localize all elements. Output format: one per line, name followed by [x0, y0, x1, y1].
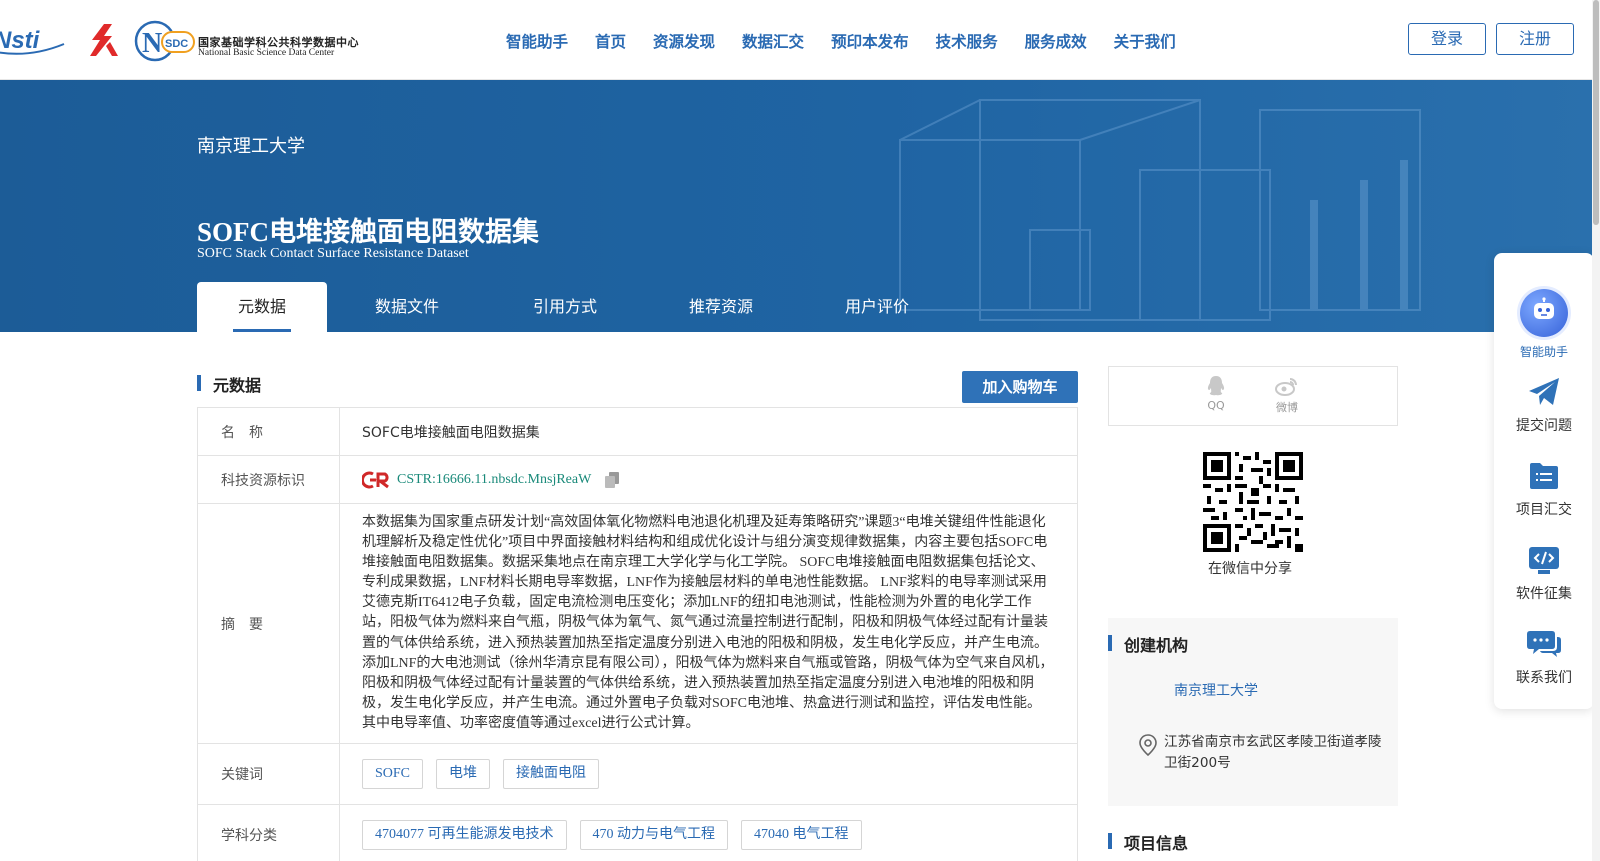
register-button[interactable]: 注册	[1496, 23, 1574, 55]
nav-item-resource-discovery[interactable]: 资源发现	[653, 30, 715, 52]
dataset-title: SOFC电堆接触面电阻数据集	[197, 217, 540, 247]
robot-icon	[1520, 289, 1568, 337]
contact-us-label: 联系我们	[1516, 670, 1572, 686]
svg-text:SDC: SDC	[165, 38, 188, 50]
keyword-tag[interactable]: 电堆	[436, 759, 491, 789]
qr-caption: 在微信中分享	[1208, 561, 1292, 577]
qq-icon	[1207, 376, 1225, 396]
software-collection-label: 软件征集	[1516, 586, 1572, 602]
cstr-identifier-link[interactable]: CSTR:16666.11.nbsdc.MnsjReaW	[397, 472, 591, 488]
submit-question-label: 提交问题	[1516, 418, 1572, 434]
metadata-table: 名 称 SOFC电堆接触面电阻数据集 科技资源标识 CSTR:16666.11.…	[197, 407, 1078, 861]
wechat-qr-code	[1203, 452, 1303, 552]
nav-item-tech-services[interactable]: 技术服务	[936, 30, 998, 52]
nav-item-home[interactable]: 首页	[595, 30, 626, 52]
project-submission-label: 项目汇交	[1516, 502, 1572, 518]
subject-tag[interactable]: 470 动力与电气工程	[579, 819, 728, 850]
identifier-label: 科技资源标识	[198, 456, 340, 503]
tab-citation[interactable]: 引用方式	[487, 282, 643, 332]
tab-metadata[interactable]: 元数据	[197, 282, 327, 332]
dataset-hero-banner: 南京理工大学 SOFC电堆接触面电阻数据集 SOFC Stack Contact…	[0, 80, 1600, 332]
project-submission-button[interactable]: 项目汇交	[1494, 461, 1594, 519]
creator-organization-panel: 创建机构 南京理工大学 江苏省南京市玄武区孝陵卫街道孝陵卫街200号	[1108, 618, 1398, 806]
ai-assistant-button[interactable]: 智能助手	[1494, 289, 1594, 360]
tab-data-files[interactable]: 数据文件	[327, 282, 487, 332]
main-nav: 智能助手 首页 资源发现 数据汇交 预印本发布 技术服务 服务成效 关于我们	[506, 30, 1203, 52]
weibo-label: 微博	[1276, 401, 1298, 414]
tab-recommended[interactable]: 推荐资源	[643, 282, 799, 332]
floating-tool-bar: 智能助手 提交问题 项目汇交 软件征集 联系我们	[1494, 253, 1594, 709]
nsdc-logo-en: National Basic Science Data Center	[198, 48, 335, 58]
nsdc-emblem-icon: N SDC	[134, 20, 195, 62]
table-row: 名 称 SOFC电堆接触面电阻数据集	[198, 408, 1077, 456]
nav-item-preprint[interactable]: 预印本发布	[831, 30, 909, 52]
top-navigation-bar: Nsti N SDC 国家基础学科公共科学数据中心 National Basic…	[0, 0, 1600, 80]
name-label: 名 称	[198, 408, 340, 455]
table-row: 学科分类 4704077 可再生能源发电技术 470 动力与电气工程 47040…	[198, 805, 1077, 861]
nsdc-logo[interactable]: N SDC 国家基础学科公共科学数据中心 National Basic Scie…	[134, 20, 359, 62]
submit-question-button[interactable]: 提交问题	[1494, 377, 1594, 435]
nav-item-ai-assistant[interactable]: 智能助手	[506, 30, 568, 52]
subject-tag[interactable]: 47040 电气工程	[741, 819, 862, 850]
cstr-logo-icon	[362, 471, 389, 488]
login-button[interactable]: 登录	[1408, 23, 1486, 55]
nstl-logo[interactable]: Nsti	[0, 24, 66, 56]
subject-list: 4704077 可再生能源发电技术 470 动力与电气工程 47040 电气工程	[340, 805, 1077, 861]
creator-org-title: 创建机构	[1108, 632, 1188, 656]
svg-text:Nsti: Nsti	[0, 27, 41, 54]
paper-plane-icon	[1529, 378, 1559, 405]
organization-breadcrumb[interactable]: 南京理工大学	[197, 132, 305, 158]
weibo-icon	[1275, 378, 1297, 396]
tab-reviews[interactable]: 用户评价	[799, 282, 955, 332]
keyword-tag[interactable]: SOFC	[362, 759, 424, 789]
creator-org-address: 江苏省南京市玄武区孝陵卫街道孝陵卫街200号	[1164, 734, 1382, 771]
share-box: QQ 微博	[1108, 366, 1398, 426]
location-pin-icon	[1139, 734, 1157, 756]
svg-text:N: N	[142, 28, 162, 59]
dataset-subtitle-en: SOFC Stack Contact Surface Resistance Da…	[197, 246, 469, 261]
chat-bubble-icon	[1527, 631, 1561, 657]
abstract-text: 本数据集为国家重点研发计划“高效固体氧化物燃料电池退化机理及延寿策略研究”课题3…	[362, 514, 1054, 731]
add-to-cart-button[interactable]: 加入购物车	[962, 371, 1078, 403]
folder-list-icon	[1530, 463, 1558, 489]
name-value: SOFC电堆接触面电阻数据集	[362, 424, 540, 441]
scrollbar-thumb[interactable]	[1593, 0, 1599, 225]
table-row: 科技资源标识 CSTR:16666.11.nbsdc.MnsjReaW	[198, 456, 1077, 504]
subject-tag[interactable]: 4704077 可再生能源发电技术	[362, 819, 567, 850]
page-scrollbar[interactable]	[1592, 0, 1600, 861]
identifier-value: CSTR:16666.11.nbsdc.MnsjReaW	[340, 456, 1077, 503]
share-qq-button[interactable]: QQ	[1196, 375, 1236, 412]
dataset-tabs: 元数据 数据文件 引用方式 推荐资源 用户评价	[197, 282, 955, 332]
keywords-list: SOFC 电堆 接触面电阻	[340, 744, 1077, 804]
nav-item-data-submission[interactable]: 数据汇交	[742, 30, 804, 52]
nav-item-service-results[interactable]: 服务成效	[1025, 30, 1087, 52]
cas-logo[interactable]	[82, 22, 120, 58]
table-row: 摘 要 本数据集为国家重点研发计划“高效固体氧化物燃料电池退化机理及延寿策略研究…	[198, 504, 1077, 744]
keyword-tag[interactable]: 接触面电阻	[503, 759, 600, 789]
share-weibo-button[interactable]: 微博	[1267, 375, 1307, 415]
software-collection-button[interactable]: 软件征集	[1494, 545, 1594, 603]
creator-org-link[interactable]: 南京理工大学	[1174, 680, 1258, 700]
code-icon	[1529, 547, 1559, 574]
subject-label: 学科分类	[198, 805, 340, 861]
nav-item-about[interactable]: 关于我们	[1114, 30, 1176, 52]
metadata-section-title: 元数据	[197, 372, 261, 396]
table-row: 关键词 SOFC 电堆 接触面电阻	[198, 744, 1077, 805]
abstract-label: 摘 要	[198, 504, 340, 743]
ai-assistant-label: 智能助手	[1519, 345, 1568, 359]
contact-us-button[interactable]: 联系我们	[1494, 629, 1594, 687]
qq-label: QQ	[1207, 399, 1225, 412]
keywords-label: 关键词	[198, 744, 340, 804]
copy-icon[interactable]	[605, 471, 620, 488]
project-info-title: 项目信息	[1108, 830, 1188, 854]
